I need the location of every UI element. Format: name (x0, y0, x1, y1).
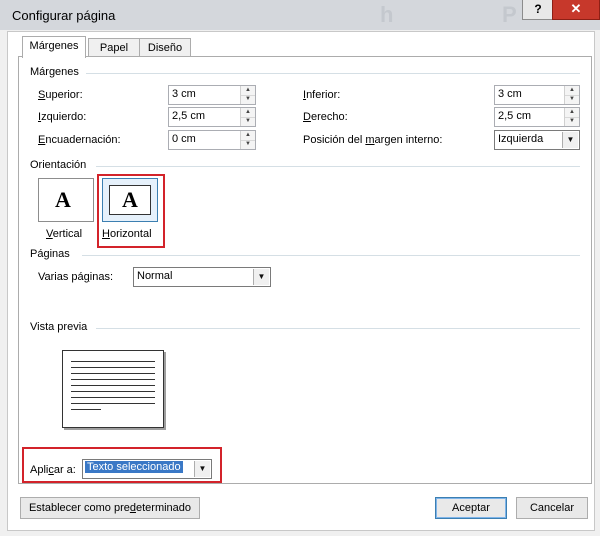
aplicar-a-value: Texto seleccionado (85, 461, 183, 473)
preview-line (71, 373, 155, 374)
aplicar-a-label: Aplicar a: (30, 464, 76, 476)
inferior-spinner[interactable]: 3 cm ▲ ▼ (494, 85, 580, 105)
window-title: Configurar página (12, 8, 116, 23)
varias-paginas-label: Varias páginas: (38, 271, 114, 283)
chevron-down-icon[interactable]: ▼ (562, 132, 578, 148)
izquierdo-value: 2,5 cm (172, 110, 206, 122)
orientation-vertical-button[interactable]: A (38, 178, 94, 222)
section-divider (96, 166, 580, 167)
page-preview (62, 350, 164, 428)
section-divider (82, 255, 580, 256)
spin-down-icon[interactable]: ▼ (565, 95, 579, 104)
chevron-down-icon[interactable]: ▼ (253, 269, 269, 285)
orientation-horizontal-button[interactable]: A (102, 178, 158, 222)
orientation-heading: Orientación (30, 159, 87, 171)
spin-down-icon[interactable]: ▼ (565, 117, 579, 126)
posicion-margen-label: Posición del margen interno: (303, 134, 443, 146)
section-divider (96, 328, 580, 329)
portrait-page-icon: A (55, 187, 71, 212)
preview-line (71, 379, 155, 380)
posicion-margen-value: Izquierda (498, 133, 544, 145)
chevron-down-icon[interactable]: ▼ (194, 461, 210, 477)
cancel-button[interactable]: Cancelar (516, 497, 588, 519)
spin-down-icon[interactable]: ▼ (241, 140, 255, 149)
superior-label: Superior: (38, 89, 83, 101)
spin-down-icon[interactable]: ▼ (241, 95, 255, 104)
izquierdo-label: Izquierdo: (38, 111, 87, 123)
margins-heading: Márgenes (30, 66, 79, 78)
preview-line (71, 361, 155, 362)
spin-down-icon[interactable]: ▼ (241, 117, 255, 126)
inferior-label: Inferior: (303, 89, 341, 101)
preview-line (71, 397, 155, 398)
help-button[interactable]: ? (522, 0, 554, 20)
superior-spinner[interactable]: 3 cm ▲ ▼ (168, 85, 256, 105)
preview-line (71, 391, 155, 392)
varias-paginas-select[interactable]: Normal ▼ (133, 267, 271, 287)
inferior-value: 3 cm (498, 88, 522, 100)
preview-line (71, 403, 155, 404)
tab-diseno[interactable]: Diseño (139, 38, 191, 57)
pages-heading: Páginas (30, 248, 70, 260)
tab-papel[interactable]: Papel (88, 38, 140, 57)
encuadernacion-value: 0 cm (172, 133, 196, 145)
background-text: P (502, 2, 517, 27)
tab-margenes[interactable]: Márgenes (22, 36, 86, 58)
landscape-page-icon: A (109, 185, 151, 215)
accept-button[interactable]: Aceptar (435, 497, 507, 519)
izquierdo-spinner[interactable]: 2,5 cm ▲ ▼ (168, 107, 256, 127)
derecho-value: 2,5 cm (498, 110, 532, 122)
preview-line (71, 367, 155, 368)
section-divider (86, 73, 580, 74)
derecho-spinner[interactable]: 2,5 cm ▲ ▼ (494, 107, 580, 127)
encuadernacion-spinner[interactable]: 0 cm ▲ ▼ (168, 130, 256, 150)
derecho-label: Derecho: (303, 111, 348, 123)
varias-paginas-value: Normal (137, 270, 173, 282)
posicion-margen-select[interactable]: Izquierda ▼ (494, 130, 580, 150)
orientation-horizontal-label: Horizontal (102, 228, 152, 240)
encuadernacion-label: Encuadernación: (38, 134, 121, 146)
orientation-vertical-label: Vertical (46, 228, 83, 240)
close-button[interactable]: ✕ (552, 0, 600, 20)
preview-line (71, 385, 155, 386)
aplicar-a-select[interactable]: Texto seleccionado ▼ (82, 459, 212, 479)
preview-line (71, 409, 101, 410)
set-default-button[interactable]: Establecer como predeterminado (20, 497, 200, 519)
background-text: h (380, 2, 394, 27)
preview-heading: Vista previa (30, 321, 88, 333)
superior-value: 3 cm (172, 88, 196, 100)
